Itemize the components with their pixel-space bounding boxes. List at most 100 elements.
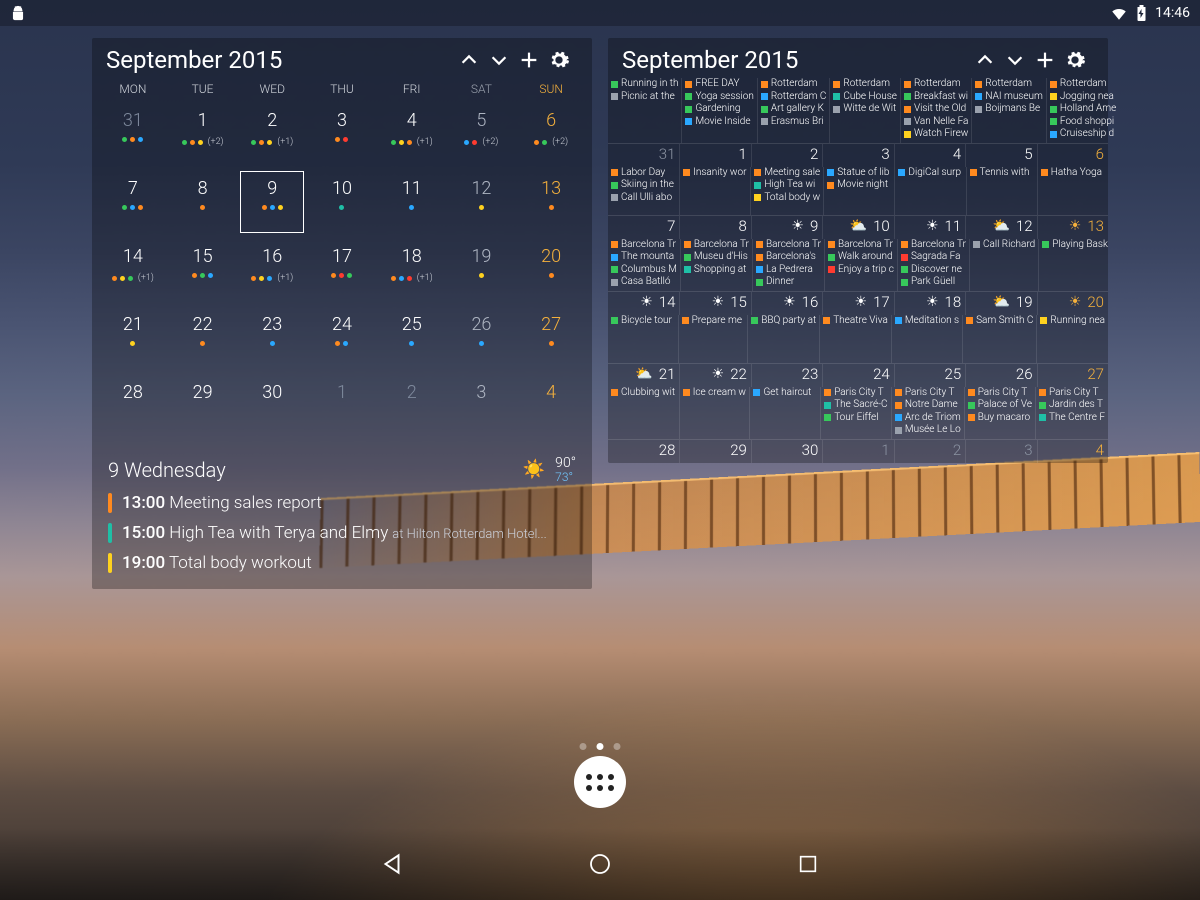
event-chip[interactable]: Skiing in the xyxy=(611,179,676,192)
event-chip[interactable]: Dinner xyxy=(756,276,821,289)
week-cell-events[interactable]: RotterdamJogging neaHolland AmeFood shop… xyxy=(1046,78,1119,143)
event-chip[interactable]: Barcelona Tr xyxy=(828,239,894,252)
event-chip[interactable]: Notre Dame xyxy=(895,399,961,412)
week-date[interactable]: 7 xyxy=(608,215,679,239)
week-cell-events[interactable]: Paris City TJardin des TThe Centre F xyxy=(1035,387,1108,439)
week-date[interactable]: ☀16 xyxy=(751,291,822,315)
day-cell[interactable]: 16(+1) xyxy=(237,236,307,304)
prev-month-button[interactable] xyxy=(458,49,488,71)
event-chip[interactable]: Barcelona Tr xyxy=(611,239,677,252)
event-chip[interactable]: Movie night xyxy=(827,179,891,192)
event-chip[interactable]: Paris City T xyxy=(968,387,1032,400)
event-chip[interactable]: FREE DAY xyxy=(685,78,753,91)
week-date[interactable]: ⛅21 xyxy=(608,363,679,387)
event-chip[interactable]: DigiCal surp xyxy=(898,167,962,180)
event-chip[interactable]: Theatre Viva xyxy=(823,315,888,328)
day-cell[interactable]: 31 xyxy=(98,100,168,168)
event-chip[interactable]: Museu d'His xyxy=(684,251,749,264)
event-chip[interactable]: Cruiseship d xyxy=(1050,128,1116,141)
event-chip[interactable]: Sagrada Fa xyxy=(901,251,966,264)
day-cell[interactable]: 6(+2) xyxy=(516,100,586,168)
day-cell[interactable]: 21 xyxy=(98,304,168,372)
event-chip[interactable]: Boijmans Be xyxy=(975,103,1043,116)
week-date[interactable]: 29 xyxy=(679,439,750,463)
event-chip[interactable]: Visit the Old xyxy=(904,103,968,116)
event-chip[interactable]: Statue of lib xyxy=(827,167,891,180)
event-chip[interactable]: Watch Firew xyxy=(904,128,968,141)
day-cell[interactable]: 28 xyxy=(98,372,168,440)
day-cell[interactable]: 4(+1) xyxy=(377,100,447,168)
prev-week-button[interactable] xyxy=(974,49,1004,71)
week-cell-events[interactable]: Meditation s xyxy=(891,315,962,363)
week-date[interactable]: ☀22 xyxy=(679,363,750,387)
event-chip[interactable]: Barcelona Tr xyxy=(684,239,749,252)
recent-apps-button[interactable] xyxy=(794,850,822,878)
event-chip[interactable]: Van Nelle Fa xyxy=(904,116,968,129)
day-cell[interactable]: 1 xyxy=(307,372,377,440)
day-cell[interactable]: 23 xyxy=(237,304,307,372)
event-chip[interactable]: La Pedrera xyxy=(756,264,821,277)
day-cell[interactable]: 12 xyxy=(447,168,517,236)
event-chip[interactable]: Ice cream w xyxy=(683,387,747,400)
event-chip[interactable]: Park Güell xyxy=(901,276,966,289)
week-cell-events[interactable]: DigiCal surp xyxy=(894,167,965,215)
week-date[interactable]: 26 xyxy=(965,363,1036,387)
week-date[interactable]: 24 xyxy=(822,363,893,387)
event-chip[interactable]: Buy macaro xyxy=(968,412,1032,425)
week-date[interactable]: 1 xyxy=(822,439,893,463)
day-cell[interactable]: 3 xyxy=(447,372,517,440)
event-chip[interactable]: Call Ulli abo xyxy=(611,192,676,205)
settings-button[interactable] xyxy=(548,49,578,71)
day-cell[interactable]: 13 xyxy=(516,168,586,236)
event-chip[interactable]: Hatha Yoga xyxy=(1041,167,1105,180)
event-chip[interactable]: Rotterdam C xyxy=(761,91,827,104)
week-date[interactable]: 25 xyxy=(894,363,965,387)
event-chip[interactable]: Barcelona Tr xyxy=(901,239,966,252)
event-chip[interactable]: Rotterdam xyxy=(975,78,1043,91)
day-cell[interactable]: 20 xyxy=(516,236,586,304)
week-cell-events[interactable]: Prepare me xyxy=(678,315,748,363)
day-cell[interactable]: 5(+2) xyxy=(447,100,517,168)
event-chip[interactable]: BBQ party at xyxy=(751,315,816,328)
event-chip[interactable]: Gardening xyxy=(685,103,753,116)
month-grid[interactable]: 311(+2)2(+1)34(+1)5(+2)6(+2)789101112131… xyxy=(92,100,592,446)
event-chip[interactable]: Rotterdam xyxy=(761,78,827,91)
event-chip[interactable]: Tennis with xyxy=(970,167,1034,180)
week-cell-events[interactable]: RotterdamCube HouseWitte de Wit xyxy=(829,78,900,143)
week-date[interactable]: 30 xyxy=(751,439,822,463)
week-cell-events[interactable]: RotterdamNAI museumBoijmans Be xyxy=(971,78,1046,143)
week-cell-events[interactable]: Bicycle tour xyxy=(608,315,678,363)
day-cell[interactable]: 7 xyxy=(98,168,168,236)
event-chip[interactable]: Bicycle tour xyxy=(611,315,675,328)
week-date[interactable]: ☀14 xyxy=(608,291,679,315)
home-button[interactable] xyxy=(586,850,614,878)
day-cell[interactable]: 3 xyxy=(307,100,377,168)
event-chip[interactable]: Holland Ame xyxy=(1050,103,1116,116)
event-chip[interactable]: Meditation s xyxy=(895,315,959,328)
day-cell[interactable]: 10 xyxy=(307,168,377,236)
event-chip[interactable]: Playing Bask xyxy=(1042,239,1108,252)
week-date[interactable]: ☀17 xyxy=(822,291,893,315)
week-date[interactable]: ☀15 xyxy=(679,291,750,315)
week-cell-events[interactable]: Barcelona TrWalk aroundEnjoy a trip c xyxy=(824,239,897,291)
week-date[interactable]: ☀13 xyxy=(1037,215,1108,239)
back-button[interactable] xyxy=(378,850,406,878)
event-chip[interactable]: Shopping at xyxy=(684,264,749,277)
event-chip[interactable]: Arc de Triom xyxy=(895,412,961,425)
event-chip[interactable]: NAI museum xyxy=(975,91,1043,104)
week-cell-events[interactable]: Sam Smith C xyxy=(962,315,1036,363)
event-chip[interactable]: Paris City T xyxy=(824,387,888,400)
week-date[interactable]: 3 xyxy=(965,439,1036,463)
event-chip[interactable]: Food shoppi xyxy=(1050,116,1116,129)
week-cell-events[interactable]: Barcelona TrThe mountaColumbus MCasa Bat… xyxy=(608,239,680,291)
week-widget[interactable]: September 2015 Running in thPicnic at th… xyxy=(608,38,1108,463)
week-cell-events[interactable]: FREE DAYYoga sessionGardeningMovie Insid… xyxy=(681,78,756,143)
event-chip[interactable]: Picnic at the xyxy=(611,91,678,104)
week-cell-events[interactable]: RotterdamRotterdam CArt gallery KErasmus… xyxy=(757,78,830,143)
event-chip[interactable]: Erasmus Bri xyxy=(761,116,827,129)
event-chip[interactable]: Discover ne xyxy=(901,264,966,277)
week-date[interactable]: ☀9 xyxy=(751,215,822,239)
day-cell[interactable]: 27 xyxy=(516,304,586,372)
event-chip[interactable]: Barcelona Tr xyxy=(756,239,821,252)
day-cell[interactable]: 18(+1) xyxy=(377,236,447,304)
